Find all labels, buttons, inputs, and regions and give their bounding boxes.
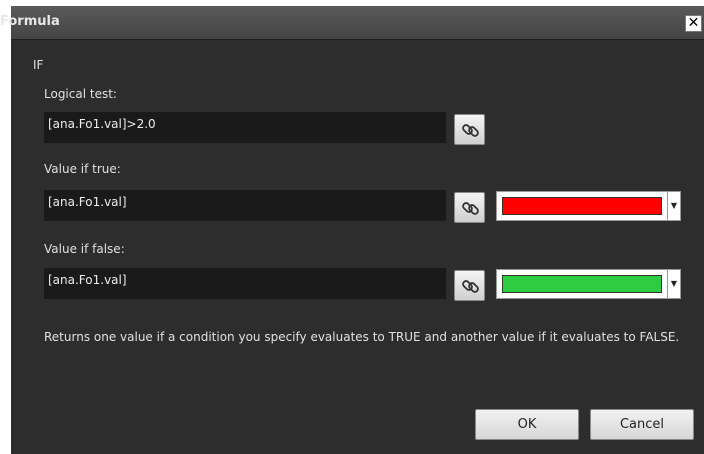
- logical-test-label: Logical test:: [44, 87, 117, 101]
- value-if-false-link-button[interactable]: [454, 270, 485, 301]
- link-icon: [462, 202, 479, 215]
- function-description: Returns one value if a condition you spe…: [44, 330, 680, 344]
- true-color-swatch: [502, 197, 662, 215]
- link-icon: [462, 280, 479, 293]
- logical-test-link-button[interactable]: [454, 114, 485, 145]
- formula-dialog: IF Logical test: [ana.Fo1.val]>2.0 Value…: [11, 6, 704, 454]
- title-bar[interactable]: [11, 6, 704, 40]
- logical-test-input[interactable]: [ana.Fo1.val]>2.0: [44, 112, 446, 143]
- true-color-picker[interactable]: ▼: [496, 191, 681, 221]
- cancel-button[interactable]: Cancel: [590, 409, 694, 440]
- value-if-true-label: Value if true:: [44, 162, 121, 176]
- chevron-down-icon[interactable]: ▼: [667, 192, 680, 220]
- chevron-down-icon[interactable]: ▼: [667, 270, 680, 298]
- value-if-true-link-button[interactable]: [454, 192, 485, 223]
- value-if-true-input[interactable]: [ana.Fo1.val]: [44, 190, 446, 221]
- value-if-false-label: Value if false:: [44, 242, 125, 256]
- false-color-picker[interactable]: ▼: [496, 269, 681, 299]
- ok-button[interactable]: OK: [475, 409, 579, 440]
- function-name: IF: [33, 58, 44, 72]
- window-title: Formula: [0, 14, 60, 29]
- false-color-swatch: [502, 275, 662, 293]
- value-if-false-input[interactable]: [ana.Fo1.val]: [44, 268, 446, 299]
- link-icon: [462, 124, 479, 137]
- close-icon[interactable]: ✕: [685, 15, 702, 32]
